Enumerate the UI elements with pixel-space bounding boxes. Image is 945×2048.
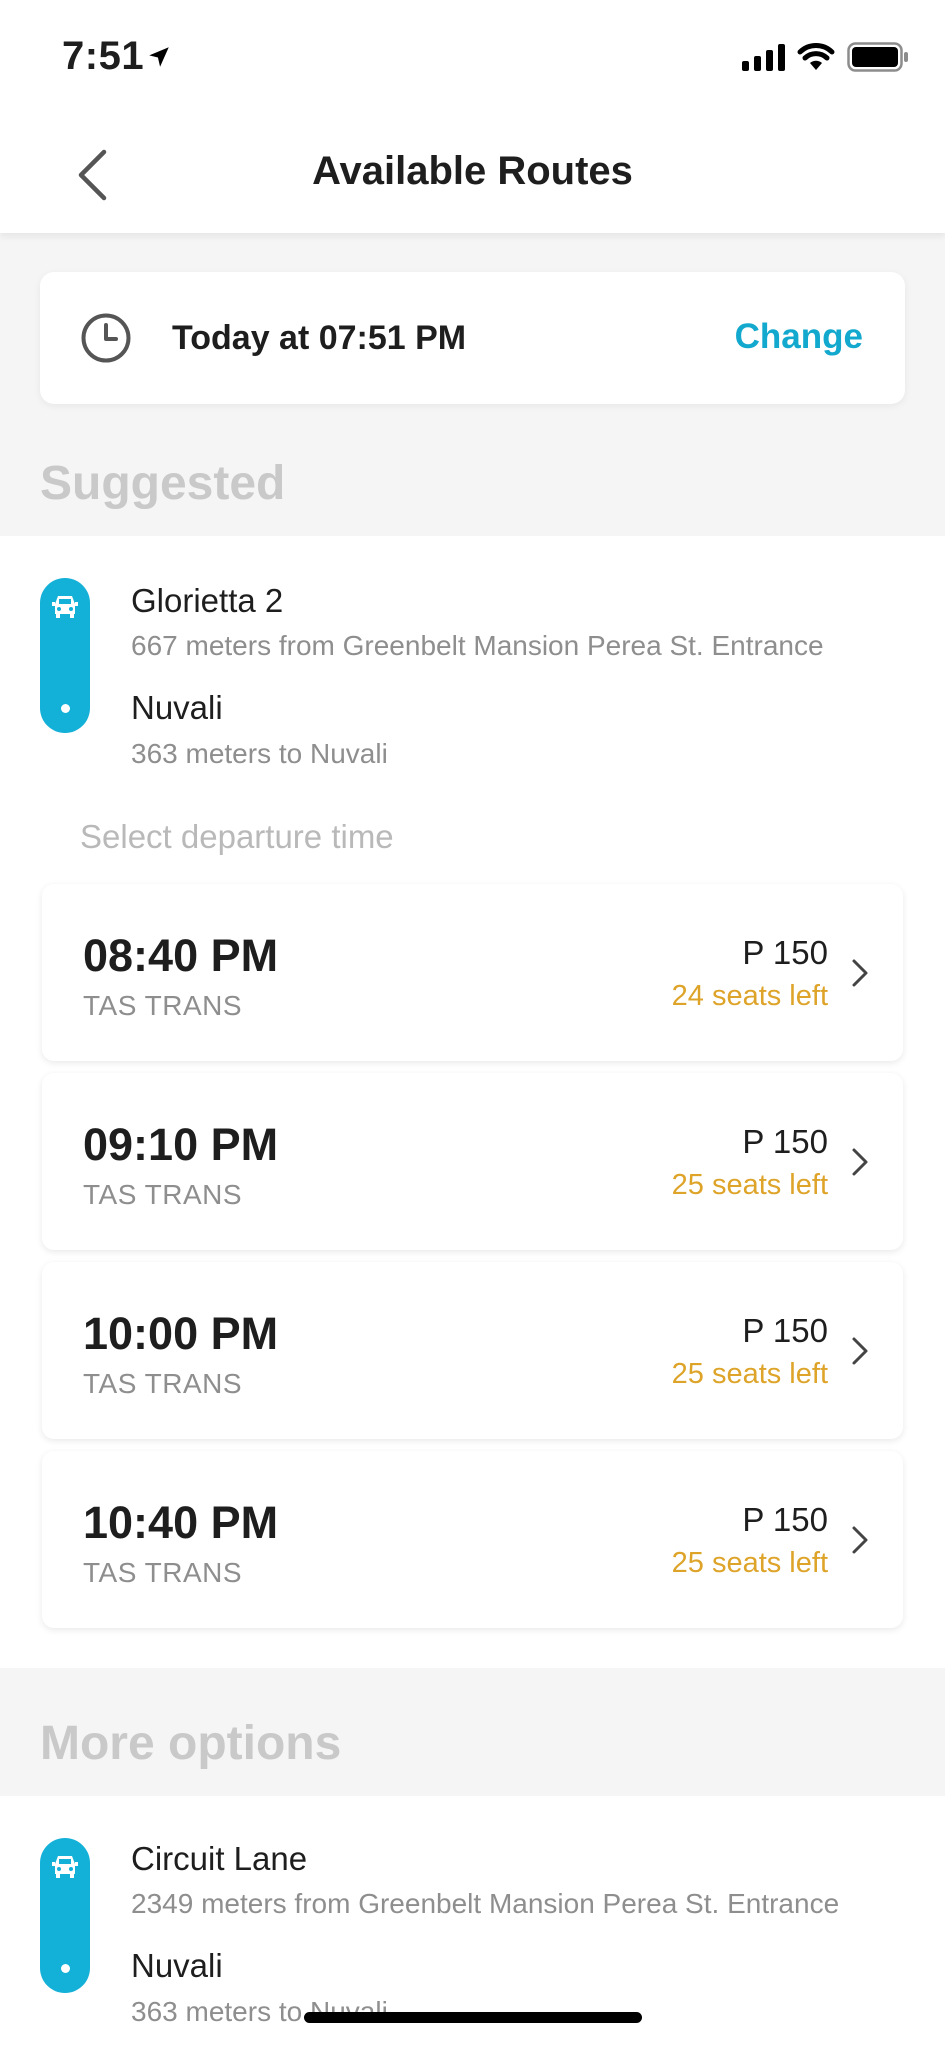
- seats-left: 25 seats left: [671, 1169, 828, 1201]
- departure-time: 09:10 PM: [83, 1119, 279, 1170]
- clock-icon: [81, 313, 131, 363]
- cellular-signal-icon: [742, 43, 785, 71]
- status-icons: [742, 42, 909, 72]
- status-time: 7:51: [62, 34, 145, 78]
- destination-dot: [61, 1964, 70, 1973]
- page-title: Available Routes: [312, 149, 633, 193]
- navigation-bar: Available Routes: [0, 115, 945, 233]
- battery-icon: [847, 42, 908, 72]
- origin-stop-name: Circuit Lane: [131, 1840, 308, 1877]
- location-arrow-icon: [149, 47, 169, 67]
- origin-stop-distance: 2349 meters from Greenbelt Mansion Perea…: [131, 1888, 840, 1919]
- seats-left: 25 seats left: [671, 1547, 828, 1579]
- destination-stop-distance: 363 meters to Nuvali: [131, 738, 388, 769]
- route-indicator: [40, 1838, 90, 1993]
- chevron-right-icon: [852, 959, 868, 987]
- operator-name: TAS TRANS: [83, 1179, 243, 1210]
- route-indicator: [40, 578, 90, 733]
- chevron-right-icon: [852, 1337, 868, 1365]
- seats-left: 24 seats left: [671, 980, 828, 1012]
- bus-icon: [52, 1856, 78, 1878]
- fare-price: P 150: [742, 1501, 828, 1538]
- status-bar: 7:51: [0, 0, 945, 115]
- departure-time: 10:40 PM: [83, 1497, 279, 1548]
- select-departure-label: Select departure time: [80, 818, 394, 855]
- operator-name: TAS TRANS: [83, 990, 243, 1021]
- fare-price: P 150: [742, 1123, 828, 1160]
- destination-stop-name: Nuvali: [131, 689, 223, 726]
- schedule-card: Today at 07:51 PM Change: [40, 272, 905, 404]
- home-indicator[interactable]: [304, 2012, 642, 2023]
- destination-dot: [61, 704, 70, 713]
- more-options-heading: More options: [40, 1717, 342, 1770]
- departure-card[interactable]: 10:00 PM TAS TRANS P 150 25 seats left: [42, 1262, 903, 1439]
- departure-card[interactable]: 10:40 PM TAS TRANS P 150 25 seats left: [42, 1451, 903, 1628]
- suggested-heading: Suggested: [40, 457, 286, 510]
- departure-card[interactable]: 08:40 PM TAS TRANS P 150 24 seats left: [42, 884, 903, 1061]
- schedule-time: Today at 07:51 PM: [172, 319, 467, 357]
- change-time-button[interactable]: Change: [735, 317, 863, 357]
- seats-left: 25 seats left: [671, 1358, 828, 1390]
- origin-stop-name: Glorietta 2: [131, 582, 284, 619]
- operator-name: TAS TRANS: [83, 1368, 243, 1399]
- fare-price: P 150: [742, 934, 828, 971]
- fare-price: P 150: [742, 1312, 828, 1349]
- more-options-route[interactable]: Circuit Lane 2349 meters from Greenbelt …: [0, 1796, 945, 2048]
- chevron-right-icon: [852, 1526, 868, 1554]
- operator-name: TAS TRANS: [83, 1557, 243, 1588]
- bus-icon: [52, 596, 78, 618]
- chevron-right-icon: [852, 1148, 868, 1176]
- wifi-icon: [797, 43, 835, 70]
- departure-time: 08:40 PM: [83, 930, 279, 981]
- departure-time: 10:00 PM: [83, 1308, 279, 1359]
- origin-stop-distance: 667 meters from Greenbelt Mansion Perea …: [131, 630, 824, 661]
- destination-stop-name: Nuvali: [131, 1947, 223, 1984]
- departure-card[interactable]: 09:10 PM TAS TRANS P 150 25 seats left: [42, 1073, 903, 1250]
